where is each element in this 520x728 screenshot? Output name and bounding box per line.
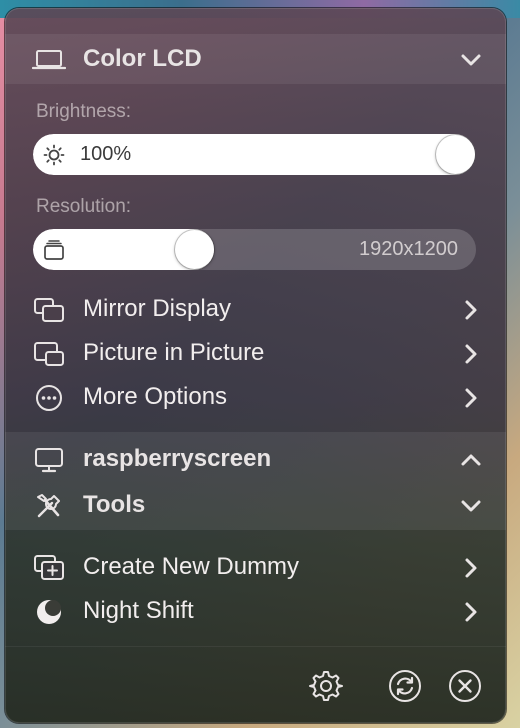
chevron-right-icon: [460, 343, 482, 365]
chevron-down-icon[interactable]: [460, 495, 482, 517]
refresh-button[interactable]: [386, 669, 424, 707]
close-icon: [448, 669, 482, 708]
resolution-value: 1920x1200: [359, 238, 458, 260]
add-display-icon: [32, 555, 66, 581]
resolution-label: Resolution:: [36, 196, 132, 217]
monitor-icon: [32, 447, 66, 473]
mirror-display-icon: [32, 297, 66, 323]
chevron-down-icon[interactable]: [460, 49, 482, 71]
mirror-display-item[interactable]: Mirror Display: [5, 289, 506, 329]
chevron-right-icon: [460, 387, 482, 409]
create-new-dummy-label: Create New Dummy: [83, 553, 300, 580]
picture-in-picture-icon: [32, 341, 66, 367]
chevron-right-icon: [460, 601, 482, 623]
chevron-up-icon[interactable]: [460, 449, 482, 471]
raspberryscreen-header[interactable]: raspberryscreen: [5, 439, 506, 479]
tools-icon: [32, 493, 66, 519]
more-options-label: More Options: [83, 383, 228, 410]
display-menu-panel: Color LCD Brightness: 100% Resolution: 1…: [5, 8, 506, 723]
raspberryscreen-title: raspberryscreen: [83, 445, 272, 472]
sun-icon: [43, 144, 65, 166]
refresh-icon: [388, 669, 422, 708]
picture-in-picture-label: Picture in Picture: [83, 339, 265, 366]
picture-in-picture-item[interactable]: Picture in Picture: [5, 333, 506, 373]
moon-icon: [32, 599, 66, 625]
color-lcd-title: Color LCD: [83, 45, 202, 72]
create-new-dummy-item[interactable]: Create New Dummy: [5, 547, 506, 587]
ellipsis-circle-icon: [32, 385, 66, 411]
more-options-item[interactable]: More Options: [5, 377, 506, 417]
resolution-slider-knob[interactable]: [175, 230, 214, 269]
color-lcd-header[interactable]: Color LCD: [5, 39, 506, 79]
mirror-display-label: Mirror Display: [83, 295, 232, 322]
brightness-slider[interactable]: 100%: [33, 134, 476, 175]
night-shift-item[interactable]: Night Shift: [5, 591, 506, 631]
resolution-slider[interactable]: 1920x1200: [33, 229, 476, 270]
gear-icon: [309, 669, 343, 708]
gear-button[interactable]: [307, 669, 345, 707]
brightness-slider-knob[interactable]: [436, 135, 475, 174]
tools-title: Tools: [83, 491, 146, 518]
night-shift-label: Night Shift: [83, 597, 194, 624]
resolution-stack-icon: [43, 239, 65, 261]
laptop-icon: [32, 47, 66, 73]
footer-divider: [5, 646, 506, 647]
tools-header[interactable]: Tools: [5, 485, 506, 525]
brightness-label: Brightness:: [36, 101, 132, 122]
close-button[interactable]: [446, 669, 484, 707]
brightness-value: 100%: [80, 143, 132, 165]
chevron-right-icon: [460, 557, 482, 579]
chevron-right-icon: [460, 299, 482, 321]
